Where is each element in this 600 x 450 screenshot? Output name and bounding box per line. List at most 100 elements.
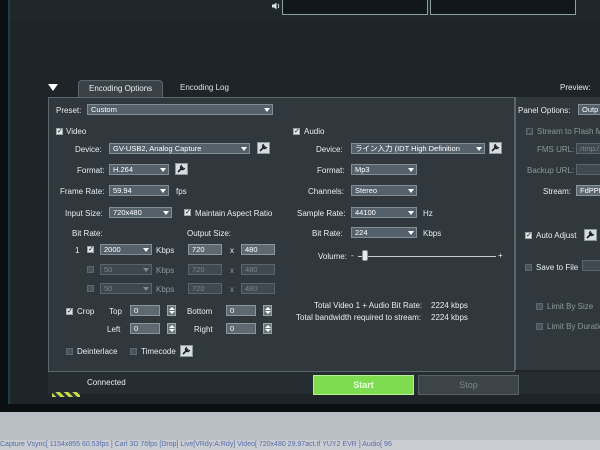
input-size-label: Input Size: bbox=[65, 209, 103, 218]
crop-left-field[interactable]: 0 bbox=[130, 323, 160, 334]
crop-top-label: Top bbox=[109, 307, 122, 316]
chevron-down-icon bbox=[476, 147, 482, 151]
volume-label: Volume: bbox=[318, 252, 347, 261]
auto-adjust-checkbox[interactable]: ✓ bbox=[525, 232, 532, 239]
crop-checkbox[interactable]: ✓ bbox=[66, 308, 73, 315]
bitrate-2-checkbox[interactable] bbox=[87, 266, 94, 273]
wrench-icon[interactable] bbox=[257, 142, 270, 154]
output-height-3-field[interactable]: 480 bbox=[241, 283, 275, 294]
frame-rate-dropdown[interactable]: 59.94 bbox=[109, 185, 169, 196]
chevron-down-icon bbox=[241, 147, 247, 151]
crop-left-stepper[interactable] bbox=[167, 323, 176, 334]
limit-duration-label: Limit By Duratio bbox=[547, 322, 600, 331]
bitrate-3-checkbox[interactable] bbox=[87, 285, 94, 292]
wrench-icon[interactable] bbox=[489, 142, 502, 154]
volume-slider-thumb[interactable] bbox=[362, 250, 368, 261]
tab-encoding-options[interactable]: Encoding Options bbox=[78, 80, 164, 97]
stream-label: Stream: bbox=[543, 187, 572, 196]
timecode-checkbox[interactable] bbox=[130, 348, 137, 355]
bandwidth-label: Total bandwidth required to stream: bbox=[296, 313, 421, 322]
crop-top-field[interactable]: 0 bbox=[130, 305, 160, 316]
timecode-label: Timecode bbox=[141, 347, 176, 356]
crop-bottom-field[interactable]: 0 bbox=[226, 305, 256, 316]
wrench-icon[interactable] bbox=[180, 345, 193, 357]
crop-right-stepper[interactable] bbox=[263, 323, 272, 334]
backup-url-label: Backup URL: bbox=[527, 166, 575, 175]
video-device-label: Device: bbox=[75, 145, 102, 154]
audio-bit-rate-dropdown[interactable]: 224 bbox=[351, 227, 417, 238]
connection-status: Connected bbox=[87, 378, 126, 387]
video-checkbox[interactable]: ✓ bbox=[56, 128, 63, 135]
chevron-down-icon bbox=[143, 248, 149, 252]
crop-right-field[interactable]: 0 bbox=[226, 323, 256, 334]
bitrate-unit: Kbps bbox=[156, 285, 175, 294]
audio-format-dropdown[interactable]: Mp3 bbox=[351, 164, 417, 175]
save-path-field[interactable] bbox=[582, 260, 600, 271]
audio-device-label: Device: bbox=[316, 145, 343, 154]
input-preview bbox=[282, 0, 428, 15]
bitrate-1-dropdown[interactable]: 2000 bbox=[100, 244, 152, 255]
preset-dropdown[interactable]: Custom bbox=[87, 104, 273, 115]
output-height-2-field[interactable]: 480 bbox=[241, 264, 275, 275]
tab-encoding-log[interactable]: Encoding Log bbox=[170, 80, 239, 96]
video-device-dropdown[interactable]: GV-USB2, Analog Capture bbox=[109, 143, 250, 154]
bitrate-unit: Kbps bbox=[156, 266, 175, 275]
volume-plus: + bbox=[498, 251, 503, 260]
limit-size-checkbox[interactable] bbox=[536, 303, 543, 310]
sample-rate-dropdown[interactable]: 44100 bbox=[351, 207, 417, 218]
crop-top-stepper[interactable] bbox=[167, 305, 176, 316]
crop-label: Crop bbox=[77, 307, 95, 316]
bitrate-unit: Kbps bbox=[156, 246, 175, 255]
stream-flash-checkbox[interactable]: ✓ bbox=[526, 128, 533, 135]
limit-duration-checkbox[interactable] bbox=[536, 323, 543, 330]
maintain-aspect-label: Maintain Aspect Ratio bbox=[195, 209, 273, 218]
fms-url-field[interactable]: rtmp:/ bbox=[576, 143, 600, 154]
chevron-down-icon bbox=[408, 211, 414, 215]
frame-rate-unit: fps bbox=[176, 187, 187, 196]
crop-bottom-label: Bottom bbox=[187, 307, 213, 316]
crop-bottom-stepper[interactable] bbox=[263, 305, 272, 316]
speaker-icon[interactable] bbox=[272, 2, 281, 10]
chevron-down-icon bbox=[408, 231, 414, 235]
bitrate-2-dropdown[interactable]: 50 bbox=[100, 264, 152, 275]
video-section-label: Video bbox=[66, 127, 87, 136]
save-to-file-checkbox[interactable] bbox=[525, 264, 532, 271]
stop-button[interactable]: Stop bbox=[418, 375, 519, 395]
activity-indicator bbox=[52, 392, 80, 397]
panel-options-label: Panel Options: bbox=[518, 106, 571, 115]
monitor-frame: Encoding Options Encoding Log Preview: P… bbox=[0, 0, 600, 412]
sample-rate-label: Sample Rate: bbox=[297, 209, 346, 218]
start-button[interactable]: Start bbox=[313, 375, 414, 395]
wrench-icon[interactable] bbox=[175, 163, 188, 175]
video-format-label: Format: bbox=[77, 166, 105, 175]
preset-label: Preset: bbox=[56, 106, 82, 115]
input-size-dropdown[interactable]: 720x480 bbox=[109, 207, 172, 218]
audio-device-dropdown[interactable]: ライン入力 (IDT High Definition bbox=[351, 143, 485, 154]
output-width-1-field[interactable]: 720 bbox=[188, 244, 222, 255]
chevron-down-icon bbox=[143, 268, 149, 272]
maintain-aspect-checkbox[interactable]: ✓ bbox=[184, 209, 191, 216]
deinterlace-checkbox[interactable] bbox=[66, 348, 73, 355]
bitrate-3-dropdown[interactable]: 50 bbox=[100, 283, 152, 294]
stream-field[interactable]: FdPPD bbox=[576, 185, 600, 196]
volume-slider-track[interactable] bbox=[358, 256, 496, 257]
panel-options-dropdown[interactable]: Outp bbox=[578, 104, 600, 115]
output-width-3-field[interactable]: 720 bbox=[188, 283, 222, 294]
channels-dropdown[interactable]: Stereo bbox=[351, 185, 417, 196]
save-to-file-label: Save to File bbox=[536, 263, 579, 272]
bitrate-1-checkbox[interactable]: ✓ bbox=[87, 246, 94, 253]
auto-adjust-label: Auto Adjust bbox=[536, 231, 577, 240]
backup-url-field[interactable] bbox=[576, 164, 600, 175]
collapse-arrow-icon[interactable] bbox=[48, 84, 58, 91]
bandwidth-value: 2224 kbps bbox=[431, 313, 468, 322]
size-separator: x bbox=[230, 285, 234, 294]
output-width-2-field[interactable]: 720 bbox=[188, 264, 222, 275]
video-format-dropdown[interactable]: H.264 bbox=[109, 164, 169, 175]
wrench-icon[interactable] bbox=[584, 229, 597, 241]
output-height-1-field[interactable]: 480 bbox=[241, 244, 275, 255]
stream-flash-label: Stream to Flash M bbox=[537, 127, 600, 136]
bit-rate-label: Bit Rate: bbox=[72, 229, 103, 238]
preview-label: Preview: bbox=[560, 83, 591, 92]
preview-topbar bbox=[10, 0, 600, 20]
audio-checkbox[interactable]: ✓ bbox=[293, 128, 300, 135]
